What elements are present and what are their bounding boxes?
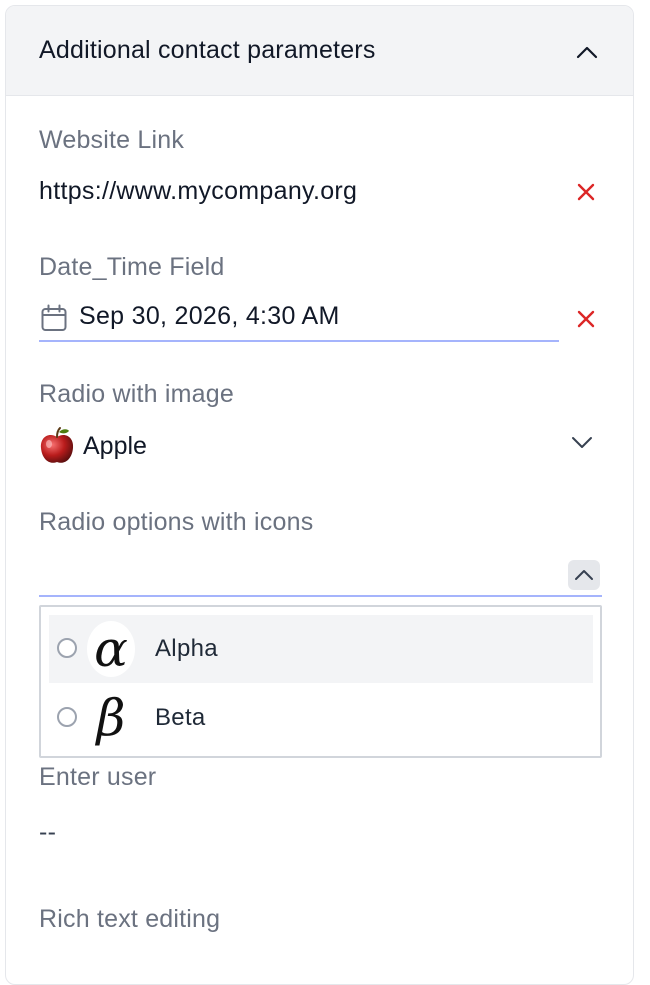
website-label: Website Link (39, 126, 185, 154)
option-alpha[interactable]: α Alpha (49, 615, 593, 683)
collapse-button[interactable] (574, 39, 600, 65)
close-icon (577, 310, 595, 328)
website-value[interactable]: https://www.mycompany.org (39, 177, 357, 206)
radio-icons-label: Radio options with icons (39, 508, 314, 536)
apple-icon (40, 427, 74, 463)
contact-parameters-panel: Additional contact parameters Website Li… (5, 5, 634, 985)
calendar-icon (41, 304, 67, 331)
rich-text-label: Rich text editing (39, 905, 221, 933)
user-value: -- (39, 818, 57, 846)
radio-icons-select[interactable] (39, 554, 602, 597)
chevron-up-icon (576, 46, 598, 59)
option-beta[interactable]: β Beta (49, 684, 593, 752)
dropdown-toggle-button[interactable] (568, 560, 600, 590)
chevron-up-icon (575, 570, 593, 580)
option-label: Beta (155, 704, 206, 731)
radio-button[interactable] (57, 707, 77, 727)
datetime-label: Date_Time Field (39, 253, 225, 281)
radio-image-value: Apple (83, 432, 147, 460)
datetime-input[interactable]: Sep 30, 2026, 4:30 AM (39, 296, 559, 342)
alpha-icon: α (87, 620, 135, 678)
user-label: Enter user (39, 763, 157, 791)
radio-button[interactable] (57, 638, 77, 658)
panel-header[interactable]: Additional contact parameters (6, 6, 633, 96)
clear-website-button[interactable] (575, 181, 597, 203)
clear-datetime-button[interactable] (575, 308, 597, 330)
close-icon (577, 183, 595, 201)
option-label: Alpha (155, 635, 218, 662)
chevron-down-icon (572, 437, 592, 448)
datetime-value: Sep 30, 2026, 4:30 AM (79, 302, 340, 330)
panel-title: Additional contact parameters (39, 36, 376, 64)
beta-icon: β (87, 689, 135, 747)
radio-icons-dropdown: α Alpha β Beta (39, 605, 602, 758)
radio-image-label: Radio with image (39, 380, 234, 408)
radio-image-select[interactable]: Apple (39, 426, 599, 470)
